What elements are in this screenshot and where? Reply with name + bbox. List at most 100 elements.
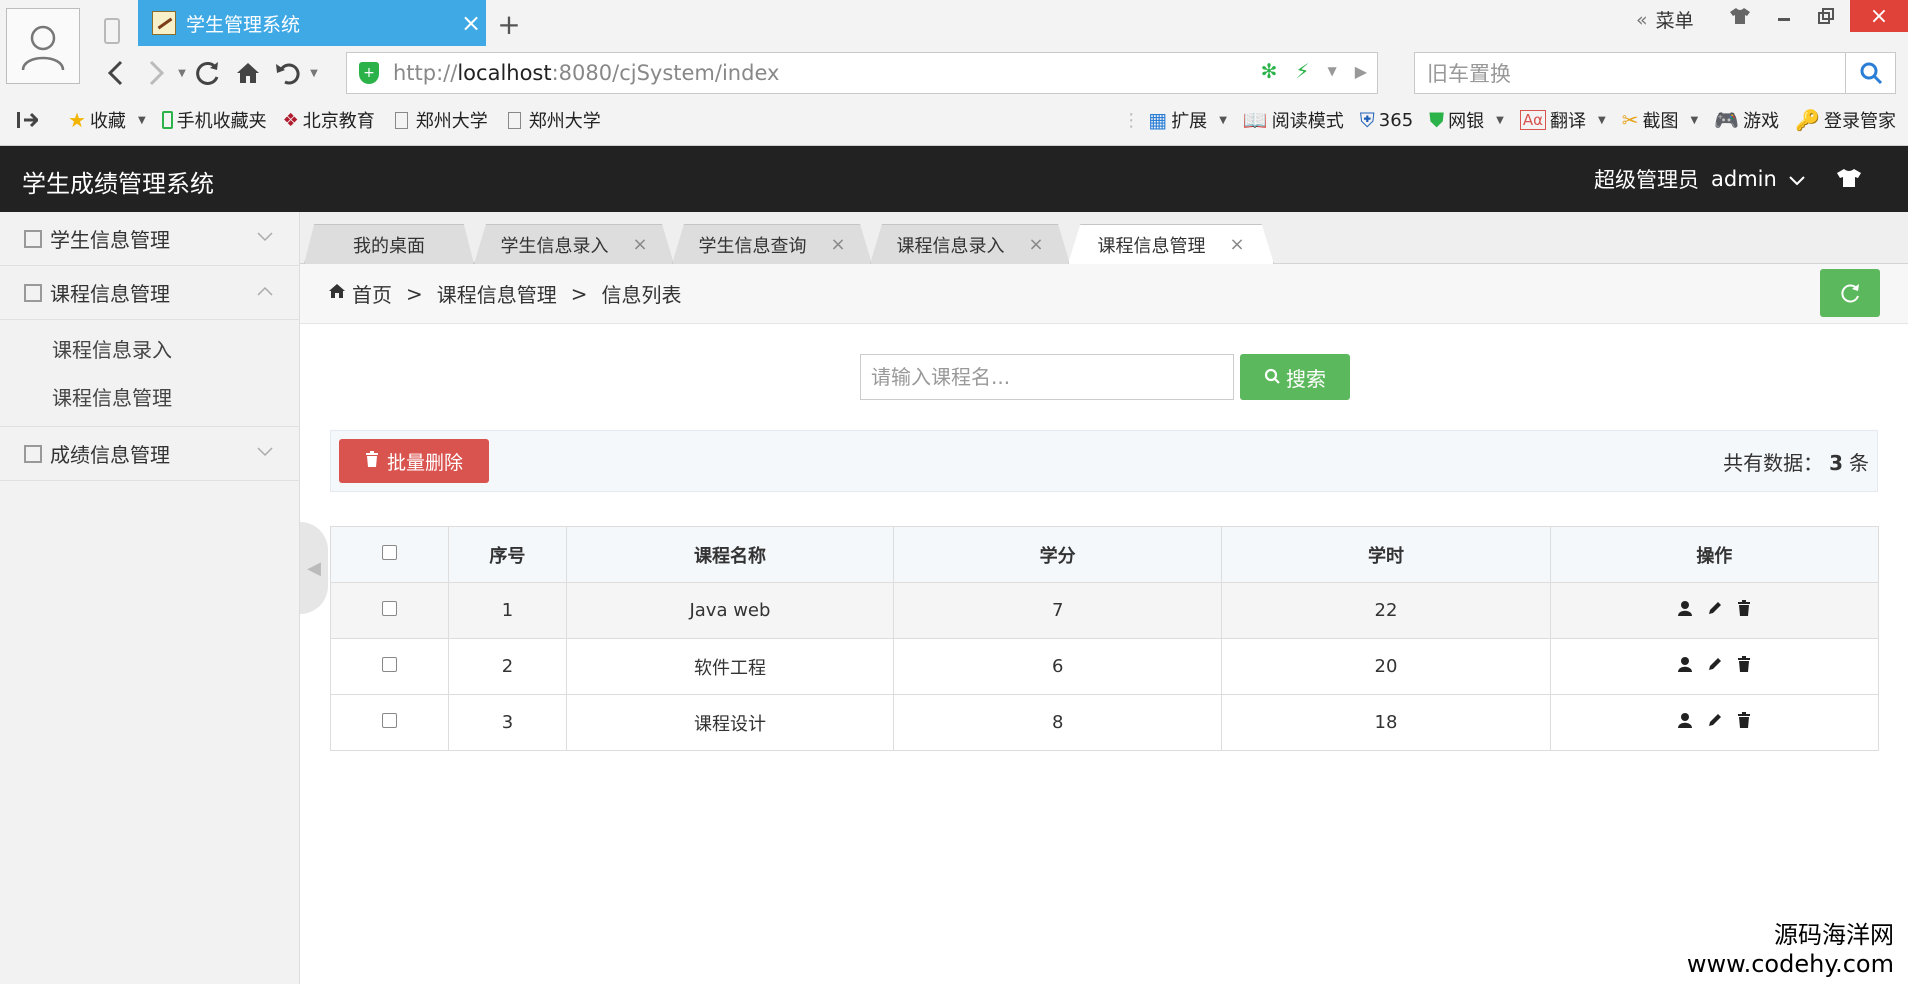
batch-delete-button[interactable]: 批量删除 [339, 439, 489, 483]
close-icon[interactable]: × [1028, 234, 1043, 255]
column-header: 序号 [447, 526, 567, 583]
tool-365[interactable]: ⛨ 365 [1360, 108, 1413, 132]
divider: ⋮ [1122, 109, 1141, 131]
close-icon[interactable]: × [1229, 234, 1244, 255]
tool-label: 登录管家 [1824, 111, 1896, 132]
sidebar-group-course[interactable]: 课程信息管理 [0, 266, 299, 320]
skin-icon[interactable] [1720, 0, 1760, 32]
edit-pencil-icon[interactable] [1707, 712, 1723, 733]
tool-extensions[interactable]: ▦ 扩展 ▼ [1148, 107, 1227, 133]
tab-course-manage[interactable]: 课程信息管理 × [1068, 224, 1274, 264]
user-icon[interactable] [1677, 600, 1693, 621]
close-window-button[interactable]: × [1850, 0, 1908, 32]
search-button[interactable]: 搜索 [1240, 354, 1350, 400]
dropdown-icon[interactable]: ▼ [1327, 64, 1336, 78]
tool-login-manager[interactable]: 🔑 登录管家 [1795, 107, 1896, 133]
select-all-cell [330, 526, 449, 583]
mobile-icon[interactable] [104, 18, 120, 44]
user-icon[interactable] [1677, 712, 1693, 733]
tool-translate[interactable]: Aα 翻译 ▼ [1519, 107, 1606, 133]
browser-tab[interactable]: 学生管理系统 × [138, 0, 486, 46]
back-icon[interactable] [96, 53, 136, 93]
tab-student-entry[interactable]: 学生信息录入 × [474, 224, 674, 264]
user-icon[interactable] [1677, 656, 1693, 677]
favicon-icon [152, 11, 176, 35]
bookmark-favorites[interactable]: ★ 收藏 ▼ [68, 107, 146, 133]
bookmark-zzu-2[interactable]: 郑州大学 [504, 107, 601, 133]
restore-button[interactable] [1806, 0, 1846, 32]
search-icon[interactable] [1846, 52, 1896, 94]
gamepad-icon: 🎮 [1714, 108, 1740, 132]
edit-pencil-icon[interactable] [1707, 656, 1723, 677]
chevron-down-icon [257, 445, 273, 461]
tab-student-query[interactable]: 学生信息查询 × [672, 224, 872, 264]
watermark-title: 源码海洋网 [1774, 921, 1894, 949]
sidebar-group-student[interactable]: 学生信息管理 [0, 212, 299, 266]
cell-course-name: 课程设计 [565, 694, 895, 751]
course-search-input[interactable] [860, 354, 1234, 400]
row-select-cell [330, 638, 449, 695]
sidebar-collapse-handle[interactable]: ◀ [300, 522, 328, 614]
tool-games[interactable]: 🎮 游戏 [1714, 107, 1779, 133]
row-checkbox[interactable] [381, 601, 397, 616]
row-select-cell [330, 582, 449, 639]
home-icon[interactable] [228, 53, 268, 93]
close-tab-icon[interactable]: × [456, 11, 486, 35]
total-prefix: 共有数据： [1723, 451, 1824, 475]
theme-shirt-icon[interactable] [1836, 168, 1862, 194]
bookmark-zzu-1[interactable]: 郑州大学 [391, 107, 488, 133]
cell-course-name: Java web [565, 582, 895, 639]
bookmark-beijing-edu[interactable]: ❖ 北京教育 [283, 107, 375, 133]
user-avatar-icon[interactable] [6, 8, 80, 84]
tab-desktop[interactable]: 我的桌面 [304, 224, 474, 264]
translate-icon: Aα [1519, 110, 1547, 130]
bookmark-label: 郑州大学 [528, 111, 601, 132]
table-header-row: 序号 课程名称 学分 学时 操作 [330, 526, 1880, 583]
refresh-button[interactable] [1820, 269, 1880, 317]
breadcrumb-section[interactable]: 课程信息管理 [437, 279, 557, 308]
delete-trash-icon[interactable] [1737, 656, 1751, 677]
close-icon[interactable]: × [632, 234, 647, 255]
loading-icon[interactable]: ✻ [1261, 59, 1278, 83]
delete-trash-icon[interactable] [1737, 600, 1751, 621]
tab-course-entry[interactable]: 课程信息录入 × [870, 224, 1070, 264]
chevron-down-icon [1789, 167, 1805, 191]
minimize-button[interactable] [1764, 0, 1804, 32]
triangle-left-icon: ◀ [307, 557, 321, 579]
history-dropdown-icon[interactable]: ▼ [176, 68, 188, 79]
address-bar[interactable]: + http:// localhost :8080/cjSystem/index… [346, 52, 1378, 94]
select-all-checkbox[interactable] [381, 545, 397, 560]
browser-search-input[interactable]: 旧车置换 [1414, 52, 1846, 94]
reload-icon[interactable] [188, 53, 228, 93]
lightning-icon[interactable]: ⚡ [1295, 59, 1309, 83]
delete-trash-icon[interactable] [1737, 712, 1751, 733]
sidebar-toggle-icon[interactable] [16, 111, 38, 129]
go-icon[interactable]: ▶ [1355, 62, 1367, 81]
undo-dropdown-icon[interactable]: ▼ [308, 68, 320, 79]
tool-screenshot[interactable]: ✂ 截图 ▼ [1622, 107, 1698, 133]
row-checkbox[interactable] [381, 713, 397, 728]
tool-reader[interactable]: 📖 阅读模式 [1243, 107, 1344, 133]
sidebar-group-grades[interactable]: 成绩信息管理 [0, 427, 299, 481]
page-icon [394, 111, 408, 129]
sidebar-item-course-manage[interactable]: 课程信息管理 [0, 372, 299, 420]
bookmark-mobile-favorites[interactable]: 手机收藏夹 [161, 107, 267, 133]
new-tab-button[interactable]: + [494, 8, 524, 41]
close-icon[interactable]: × [830, 234, 845, 255]
sidebar-item-course-entry[interactable]: 课程信息录入 [0, 324, 299, 372]
edit-pencil-icon[interactable] [1707, 600, 1723, 621]
browser-menu-label: 菜单 [1655, 10, 1694, 32]
cell-no: 1 [447, 582, 567, 639]
sidebar-group-label: 课程信息管理 [50, 282, 170, 306]
app-header: 学生成绩管理系统 超级管理员 admin [0, 146, 1908, 212]
forward-icon[interactable] [136, 53, 176, 93]
cell-hours: 20 [1221, 638, 1551, 695]
breadcrumb-home[interactable]: 首页 [352, 279, 392, 308]
breadcrumb-separator: > [406, 281, 423, 306]
browser-menu[interactable]: « 菜单 [1636, 6, 1694, 33]
undo-icon[interactable] [268, 53, 308, 93]
user-menu[interactable]: 超级管理员 admin [1594, 164, 1805, 194]
tool-bank[interactable]: ⛊ 网银 ▼ [1429, 107, 1504, 133]
row-checkbox[interactable] [381, 657, 397, 672]
search-icon [1264, 365, 1280, 389]
